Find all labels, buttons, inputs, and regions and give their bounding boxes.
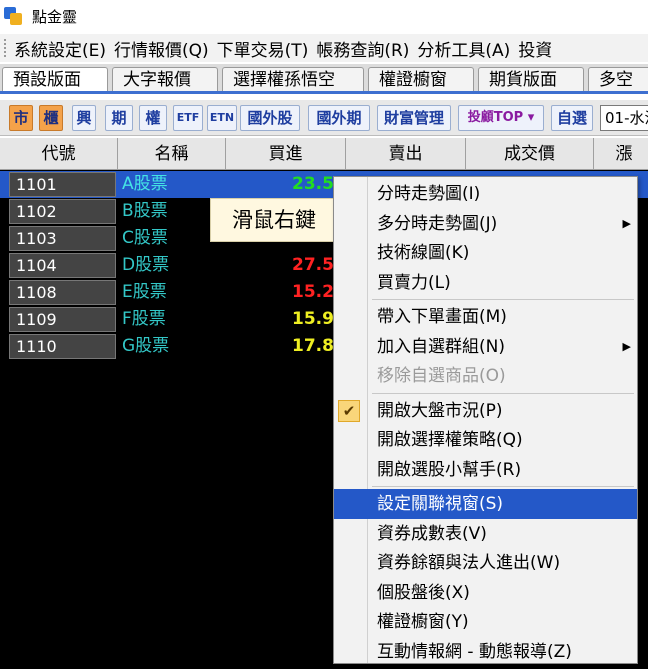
market-otc-button[interactable]: 櫃 (39, 105, 63, 131)
context-menu-item[interactable]: 設定關聯視窗(S) (334, 489, 637, 519)
context-menu-item-label: 加入自選群組(N) (377, 336, 505, 357)
sector-select[interactable]: 01-水泥 (600, 105, 648, 131)
tab-futures-layout[interactable]: 期貨版面 (478, 67, 584, 91)
market-options-button[interactable]: 權 (139, 105, 167, 131)
tab-long-short[interactable]: 多空 (588, 67, 648, 91)
context-menu-item-label: 技術線圖(K) (377, 243, 470, 263)
stock-name-cell[interactable]: D股票 (122, 252, 169, 279)
context-menu-item-label: 權證櫥窗(Y) (377, 612, 469, 632)
context-menu-item[interactable]: 多分時走勢圖(J) ▶ (334, 209, 637, 239)
context-menu: 分時走勢圖(I) 多分時走勢圖(J) ▶ 技術線圖(K) 買賣力(L) 帶入下單畫面(M)… (333, 176, 638, 664)
context-menu-item[interactable]: 帶入下單畫面(M) (334, 302, 637, 332)
stock-code-cell[interactable]: 1104 (9, 253, 116, 278)
context-menu-item-label: 開啟選股小幫手(R) (377, 459, 522, 480)
menu-quotes[interactable]: 行情報價(Q) (114, 36, 209, 61)
market-etn-button[interactable]: ETN (207, 105, 237, 131)
context-menu-item-label: 設定關聯視窗(S) (377, 494, 504, 514)
context-menu-item[interactable]: 資券餘額與法人進出(W) (334, 548, 637, 578)
tab-big-quote[interactable]: 大字報價 (112, 67, 218, 91)
menubar-grip (4, 39, 8, 57)
context-menu-item[interactable]: 分時走勢圖(I) (334, 179, 637, 209)
menu-trading[interactable]: 下單交易(T) (217, 36, 309, 61)
context-menu-separator (372, 486, 634, 487)
market-toolbar: 市 櫃 興 期 權 ETF ETN 國外股 國外期 財富管理 投顧TOP ▾ 自… (0, 100, 648, 136)
wealth-management-button[interactable]: 財富管理 (377, 105, 451, 131)
market-futures-button[interactable]: 期 (105, 105, 133, 131)
context-menu-item: 移除自選商品(O) (334, 361, 637, 391)
stock-code-cell[interactable]: 1102 (9, 199, 116, 224)
market-listed-button[interactable]: 市 (9, 105, 33, 131)
context-menu-item[interactable]: 買賣力(L) (334, 268, 637, 298)
stock-name-cell[interactable]: C股票 (122, 225, 168, 252)
context-menu-item[interactable]: 開啟選股小幫手(R) (334, 455, 637, 485)
menu-investment[interactable]: 投資 (518, 36, 552, 61)
context-menu-item-label: 帶入下單畫面(M) (377, 307, 507, 327)
menu-analysis-tools[interactable]: 分析工具(A) (417, 36, 510, 61)
menu-system-settings[interactable]: 系統設定(E) (14, 36, 106, 61)
stock-name-cell[interactable]: B股票 (122, 198, 168, 225)
advisor-top-dropdown[interactable]: 投顧TOP ▾ (458, 105, 544, 131)
context-menu-separator (372, 299, 634, 300)
stock-code-cell[interactable]: 1108 (9, 280, 116, 305)
context-menu-item-label: 移除自選商品(O) (377, 366, 506, 386)
column-header-bid[interactable]: 買進 (226, 138, 346, 170)
grid-header: 代號 名稱 買進 賣出 成交價 漲 (0, 138, 648, 170)
column-header-code[interactable]: 代號 (0, 138, 118, 170)
context-menu-item-label: 資券成數表(V) (377, 523, 487, 544)
stock-code-cell[interactable]: 1101 (9, 172, 116, 197)
submenu-arrow-icon: ▶ (622, 216, 631, 230)
foreign-stock-button[interactable]: 國外股 (240, 105, 300, 131)
context-menu-item-label: 多分時走勢圖(J) (377, 213, 498, 234)
context-menu-item[interactable]: 資券成數表(V) (334, 519, 637, 549)
market-etf-button[interactable]: ETF (173, 105, 203, 131)
checkmark-icon: ✔ (338, 399, 360, 422)
context-menu-separator (372, 392, 634, 394)
tab-options[interactable]: 選擇權孫悟空 (222, 67, 364, 91)
foreign-futures-button[interactable]: 國外期 (308, 105, 370, 131)
context-menu-item[interactable]: 個股盤後(X) (334, 578, 637, 608)
stock-name-cell[interactable]: F股票 (122, 306, 166, 333)
context-menu-item[interactable]: ✔ 開啟大盤市況(P) (334, 396, 637, 426)
right-click-tooltip: 滑鼠右鍵 (210, 198, 338, 242)
stock-name-cell[interactable]: G股票 (122, 333, 169, 360)
stock-code-cell[interactable]: 1103 (9, 226, 116, 251)
stock-code-cell[interactable]: 1109 (9, 307, 116, 332)
market-emerging-button[interactable]: 興 (72, 105, 96, 131)
context-menu-item[interactable]: 技術線圖(K) (334, 238, 637, 268)
column-header-name[interactable]: 名稱 (118, 138, 226, 170)
context-menu-item-label: 個股盤後(X) (377, 582, 470, 603)
menu-account[interactable]: 帳務查詢(R) (316, 36, 409, 61)
context-menu-item-label: 買賣力(L) (377, 272, 451, 293)
context-menu-item[interactable]: 權證櫥窗(Y) (334, 607, 637, 637)
context-menu-item[interactable]: 開啟選擇權策略(Q) (334, 425, 637, 455)
tab-warrants[interactable]: 權證櫥窗 (368, 67, 474, 91)
stock-code-cell[interactable]: 1110 (9, 334, 116, 359)
stock-name-cell[interactable]: A股票 (122, 171, 168, 198)
menu-bar: 系統設定(E) 行情報價(Q) 下單交易(T) 帳務查詢(R) 分析工具(A) … (0, 34, 648, 62)
context-menu-item-label: 開啟選擇權策略(Q) (377, 430, 523, 450)
app-logo-icon (4, 7, 22, 25)
layout-tabs: 預設版面 大字報價 選擇權孫悟空 權證櫥窗 期貨版面 多空 (0, 64, 648, 94)
context-menu-item[interactable]: 加入自選群組(N) ▶ (334, 332, 637, 362)
window-title: 點金靈 (32, 7, 78, 26)
context-menu-item-label: 資券餘額與法人進出(W) (377, 553, 561, 573)
column-header-ask[interactable]: 賣出 (346, 138, 466, 170)
title-bar: 點金靈 (0, 0, 648, 32)
submenu-arrow-icon: ▶ (622, 339, 631, 353)
context-menu-item-label: 分時走勢圖(I) (377, 184, 481, 204)
context-menu-item-label: 開啟大盤市況(P) (377, 400, 503, 421)
column-header-change[interactable]: 漲 (594, 138, 648, 170)
context-menu-item-label: 互動情報網 - 動態報導(Z) (377, 641, 572, 662)
tab-default-layout[interactable]: 預設版面 (2, 67, 108, 91)
context-menu-item[interactable]: 互動情報網 - 動態報導(Z) (334, 637, 637, 667)
column-header-last-price[interactable]: 成交價 (466, 138, 594, 170)
watchlist-button[interactable]: 自選 (551, 105, 593, 131)
stock-name-cell[interactable]: E股票 (122, 279, 167, 306)
